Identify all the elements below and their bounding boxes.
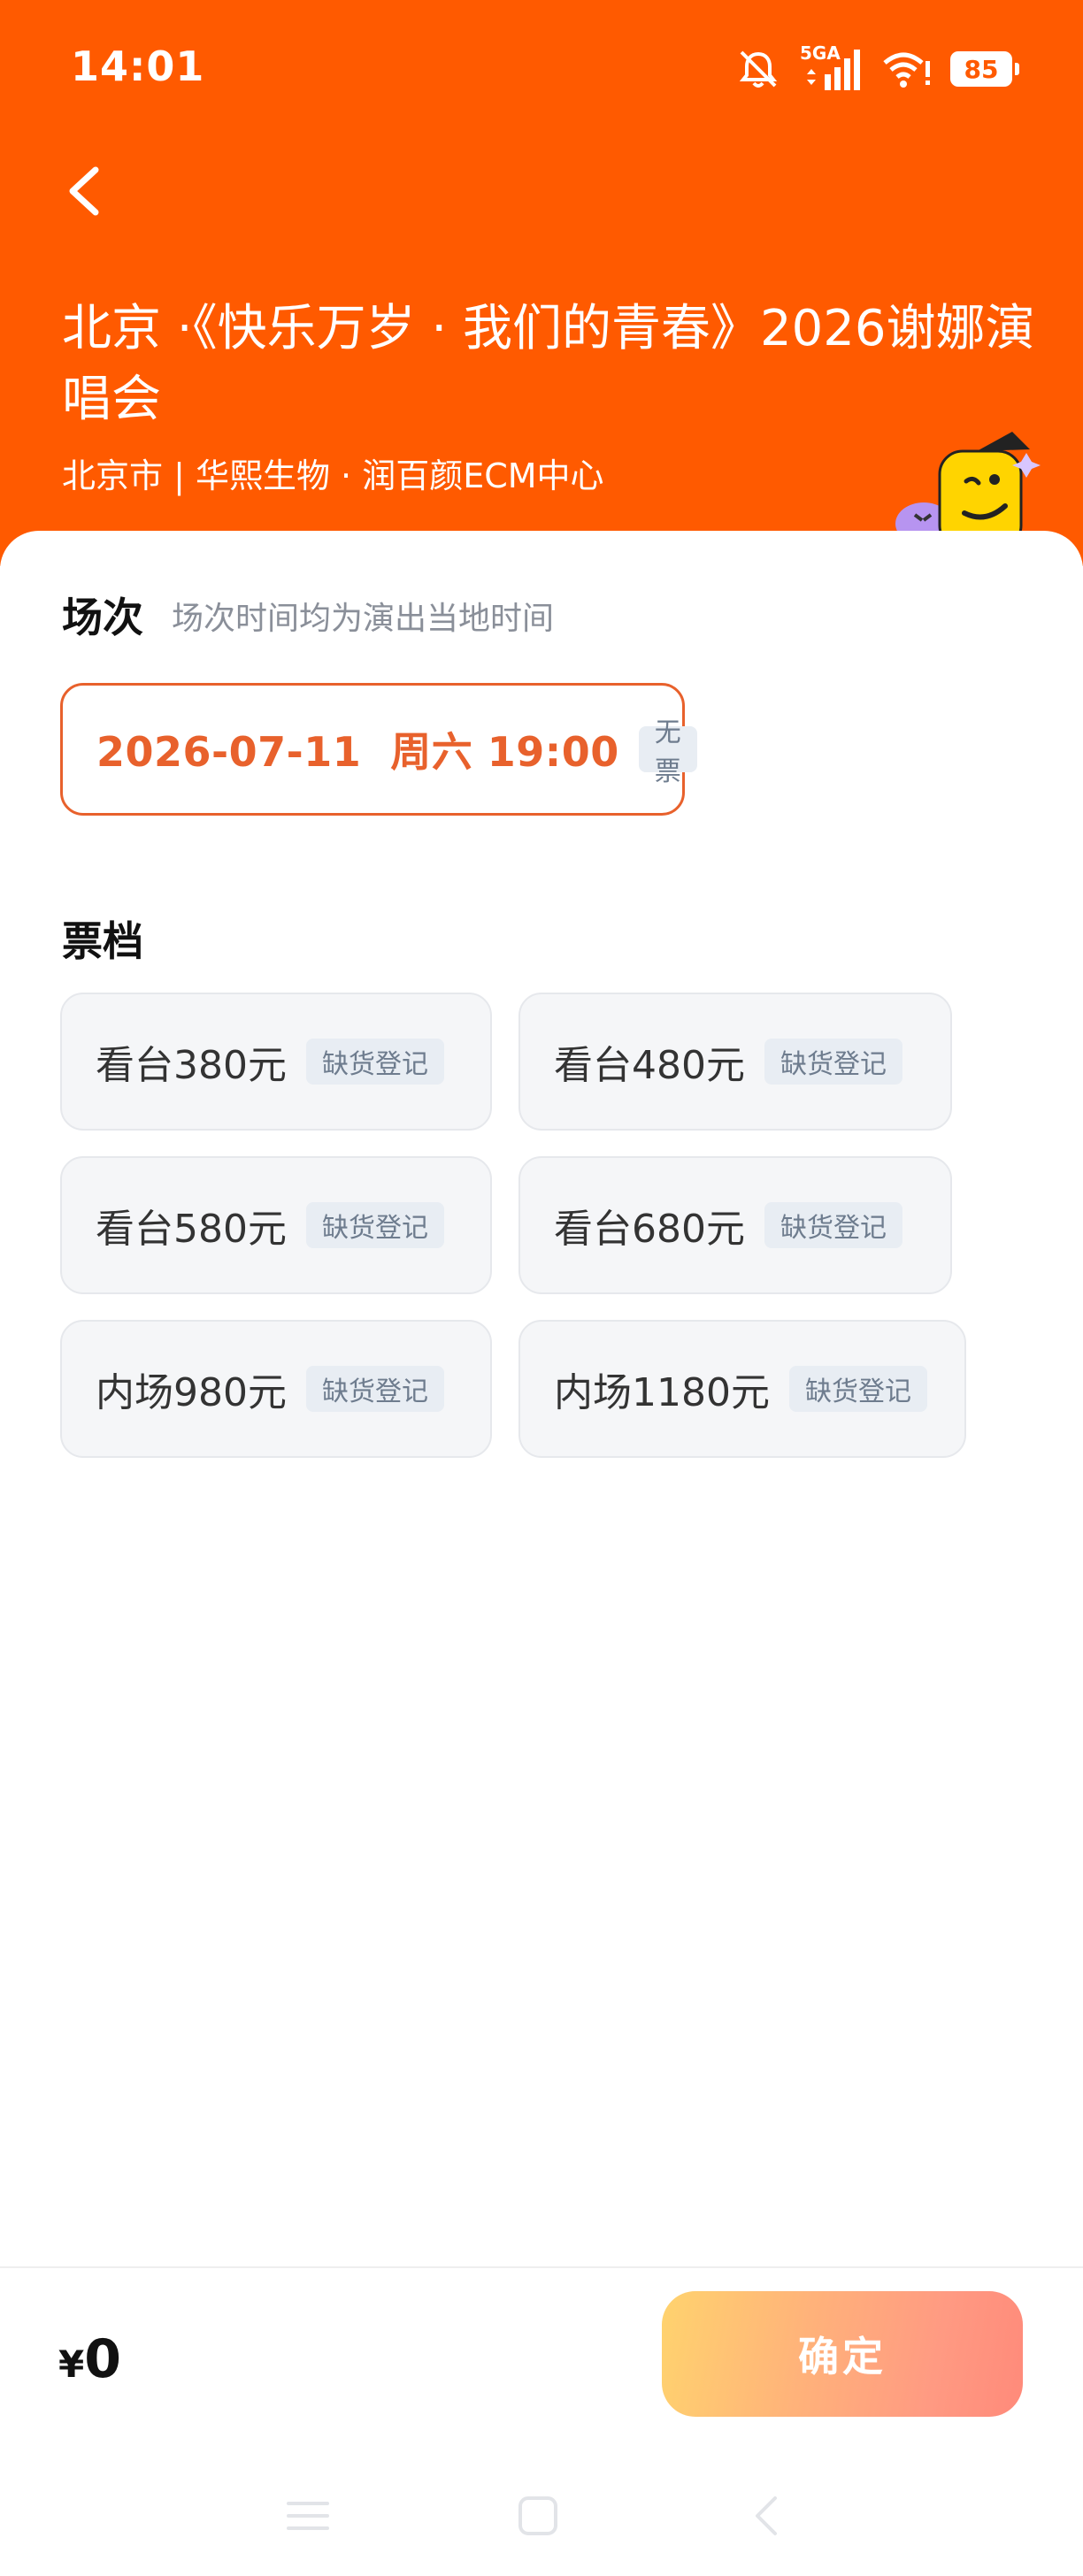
mute-bell-icon [739,50,778,88]
ticket-option[interactable]: 看台480元 缺货登记 [518,993,952,1131]
session-hint: 场次时间均为演出当地时间 [172,601,555,637]
total-price: ¥ 0 [58,2328,121,2390]
waitlist-badge: 缺货登记 [305,1366,444,1412]
ticket-price-label: 内场980元 [96,1370,287,1415]
ticket-option[interactable]: 内场1180元 缺货登记 [518,1320,966,1458]
ticket-option[interactable]: 看台380元 缺货登记 [60,993,492,1131]
back-button[interactable] [51,150,122,230]
nav-back-icon[interactable] [749,2493,784,2539]
status-icons: 5GA 85 [736,42,1019,96]
price-amount: 0 [84,2328,121,2390]
status-bar: 14:01 5GA 85 [0,0,1083,142]
home-icon[interactable] [515,2493,561,2539]
status-time: 14:01 [71,42,205,90]
footer-divider [0,2266,1083,2268]
confirm-button[interactable]: 确定 [662,2291,1023,2417]
ticket-option[interactable]: 看台680元 缺货登记 [518,1156,952,1294]
waitlist-badge: 缺货登记 [764,1039,902,1085]
signal-icon: 5GA [800,42,862,92]
ticket-price-label: 看台480元 [554,1043,745,1088]
concert-title: 北京 ·《快乐万岁 · 我们的青春》2026谢娜演唱会 [62,300,1035,428]
session-section-title: 场次 [62,594,143,641]
chevron-left-icon [69,166,99,216]
system-nav-bar [0,2477,1083,2576]
currency-symbol: ¥ [58,2342,85,2386]
wifi-icon [883,52,930,88]
selection-sheet [0,531,1083,2576]
waitlist-badge: 缺货登记 [764,1202,902,1248]
session-option-selected[interactable]: 2026-07-11 周六 19:00 无票 [60,683,697,816]
ticket-option[interactable]: 内场980元 缺货登记 [60,1320,492,1458]
waitlist-badge: 缺货登记 [788,1366,927,1412]
menu-icon[interactable] [283,2495,333,2537]
ticket-price-label: 看台580元 [96,1207,287,1252]
waitlist-badge: 缺货登记 [305,1039,444,1085]
waitlist-badge: 缺货登记 [305,1202,444,1248]
ticket-section-title: 票档 [62,917,143,965]
session-datetime: 2026-07-11 周六 19:00 [96,728,619,776]
battery-indicator: 85 [950,51,1019,87]
ticket-option[interactable]: 看台580元 缺货登记 [60,1156,492,1294]
ticket-price-label: 看台680元 [554,1207,745,1252]
ticket-price-label: 看台380元 [96,1043,287,1088]
ticket-price-label: 内场1180元 [554,1370,770,1415]
venue-subtitle: 北京市 | 华熙生物 · 润百颜ECM中心 [62,456,604,495]
sold-out-badge: 无票 [638,717,697,787]
